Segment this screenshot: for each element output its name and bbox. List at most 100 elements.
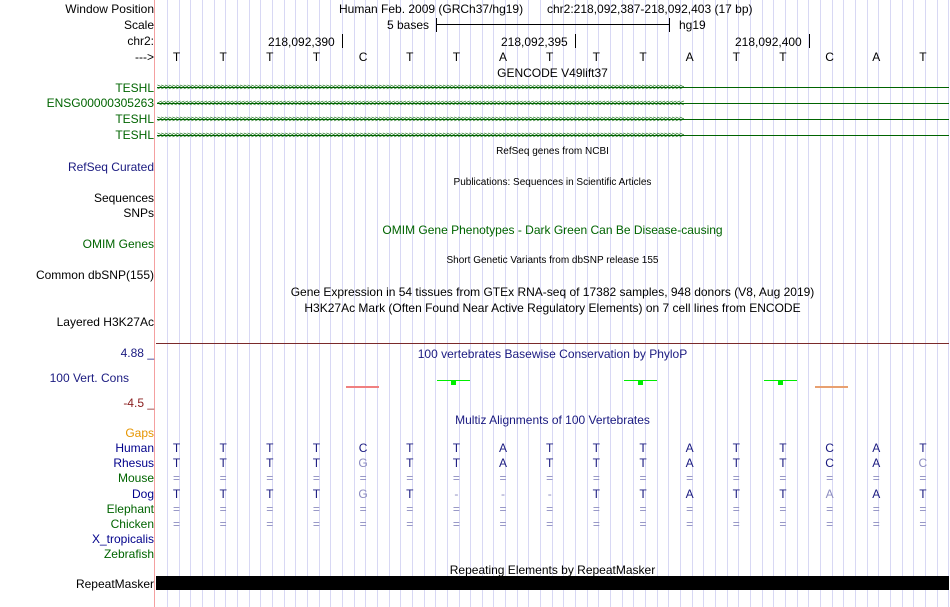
aligned-base: T [219, 456, 227, 471]
aligned-base: = [919, 501, 927, 516]
aligned-base: = [312, 471, 320, 486]
aligned-base: C [825, 441, 834, 455]
aligned-base: = [452, 471, 460, 486]
label-sequences[interactable]: Sequences [94, 191, 154, 205]
gene-teshl-2[interactable]: >>>>>>>>>>>>>>>>>>>>>>>>>>>>>>>>>>>>>>>>… [157, 113, 949, 125]
species-label-x_tropicalis[interactable]: X_tropicalis [92, 532, 154, 546]
label-omim[interactable]: OMIM Genes [83, 237, 154, 251]
aligned-base: = [919, 517, 927, 531]
species-label-chicken[interactable]: Chicken [111, 517, 154, 531]
aligned-base: A [825, 486, 834, 501]
aligned-base: = [872, 501, 880, 516]
label-strand[interactable]: ---> [135, 50, 154, 64]
aligned-base: T [732, 486, 740, 501]
aligned-base: = [312, 517, 320, 531]
aligned-base: = [266, 517, 274, 531]
aligned-base: T [172, 486, 181, 501]
aligned-base: G [358, 486, 368, 501]
aligned-base: T [312, 486, 321, 501]
gene-ensg[interactable]: <<<<<<<<<<<<<<<<<<<<<<<<<<<<<<<<<<<<<<<<… [157, 97, 949, 109]
gene-teshl-3[interactable]: >>>>>>>>>>>>>>>>>>>>>>>>>>>>>>>>>>>>>>>>… [157, 129, 949, 141]
label-snps[interactable]: SNPs [123, 206, 154, 220]
aligned-base: = [219, 517, 227, 531]
aligned-base: = [452, 501, 460, 516]
aligned-base: T [452, 456, 461, 471]
repeatmasker-element[interactable] [156, 576, 949, 590]
aligned-base: = [499, 471, 507, 486]
aligned-base: T [312, 456, 321, 471]
aligned-base: T [639, 486, 647, 501]
aligned-base: = [686, 471, 694, 486]
dna-base: T [452, 50, 461, 64]
label-ensg[interactable]: ENSG00000305263 [47, 96, 154, 110]
aligned-base: T [406, 486, 414, 501]
label-cons-max: 4.88 _ [120, 346, 154, 360]
aligned-base: = [312, 501, 320, 516]
aligned-base: = [546, 471, 554, 486]
aligned-base: T [919, 441, 927, 455]
dna-base: T [919, 50, 927, 64]
species-label-rhesus[interactable]: Rhesus [113, 456, 154, 470]
aligned-base: - [454, 486, 459, 501]
label-refseq[interactable]: RefSeq Curated [68, 160, 154, 174]
aligned-base: = [686, 517, 694, 531]
aligned-base: = [592, 471, 600, 486]
label-teshl-1[interactable]: TESHL [115, 81, 154, 95]
aligned-base: = [872, 471, 880, 486]
dna-base: T [779, 50, 787, 64]
dna-base: T [172, 50, 181, 64]
aligned-base: A [872, 441, 881, 455]
aligned-base: C [358, 441, 368, 455]
dna-base: T [312, 50, 321, 64]
aligned-base: T [732, 441, 740, 455]
repeatmasker-title: Repeating Elements by RepeatMasker [449, 563, 656, 577]
aligned-base: T [452, 441, 461, 455]
aligned-base: T [732, 456, 740, 471]
label-h3k27ac[interactable]: Layered H3K27Ac [57, 315, 154, 329]
gtex-title: Gene Expression in 54 tissues from GTEx … [290, 285, 815, 299]
aligned-base: = [779, 501, 787, 516]
aligned-base: = [826, 471, 834, 486]
aligned-base: T [779, 441, 787, 455]
refseq-title: RefSeq genes from NCBI [496, 146, 609, 157]
label-gaps[interactable]: Gaps [125, 426, 154, 440]
label-window-position: Window Position [65, 2, 154, 16]
aligned-base: = [499, 501, 507, 516]
label-repeatmasker[interactable]: RepeatMasker [76, 577, 154, 591]
aligned-base: = [639, 501, 647, 516]
species-label-zebrafish[interactable]: Zebrafish [104, 547, 154, 561]
phylop-title: 100 vertebrates Basewise Conservation by… [417, 347, 688, 361]
aligned-base: = [826, 517, 834, 531]
cons-max-line [156, 343, 949, 344]
species-label-elephant[interactable]: Elephant [107, 502, 154, 516]
aligned-base: T [779, 456, 787, 471]
aligned-base: T [779, 486, 787, 501]
aligned-base: = [592, 501, 600, 516]
dna-base: T [266, 50, 274, 64]
species-label-human[interactable]: Human [115, 441, 154, 455]
aligned-base: A [872, 456, 881, 471]
label-teshl-3[interactable]: TESHL [115, 128, 154, 142]
aligned-base: = [172, 501, 180, 516]
aligned-base: T [266, 456, 274, 471]
species-label-mouse[interactable]: Mouse [118, 471, 154, 485]
aligned-base: = [732, 517, 740, 531]
dna-base: A [499, 50, 508, 64]
aligned-base: T [546, 456, 554, 471]
gene-teshl-1[interactable]: >>>>>>>>>>>>>>>>>>>>>>>>>>>>>>>>>>>>>>>>… [157, 81, 949, 93]
aligned-base: T [219, 486, 227, 501]
label-cons[interactable]: 100 Vert. Cons [50, 371, 129, 385]
aligned-base: = [592, 517, 600, 531]
aligned-base: = [919, 471, 927, 486]
aligned-base: T [546, 441, 554, 455]
aligned-base: = [499, 517, 507, 531]
label-teshl-2[interactable]: TESHL [115, 112, 154, 126]
dna-base: C [825, 50, 834, 64]
aligned-base: A [499, 441, 508, 455]
assembly-name: Human Feb. 2009 (GRCh37/hg19) [339, 2, 524, 16]
label-dbsnp[interactable]: Common dbSNP(155) [36, 268, 154, 282]
cons-positive-mark [638, 380, 643, 385]
species-label-dog[interactable]: Dog [132, 487, 154, 501]
aligned-base: T [919, 486, 927, 501]
aligned-base: = [406, 517, 414, 531]
